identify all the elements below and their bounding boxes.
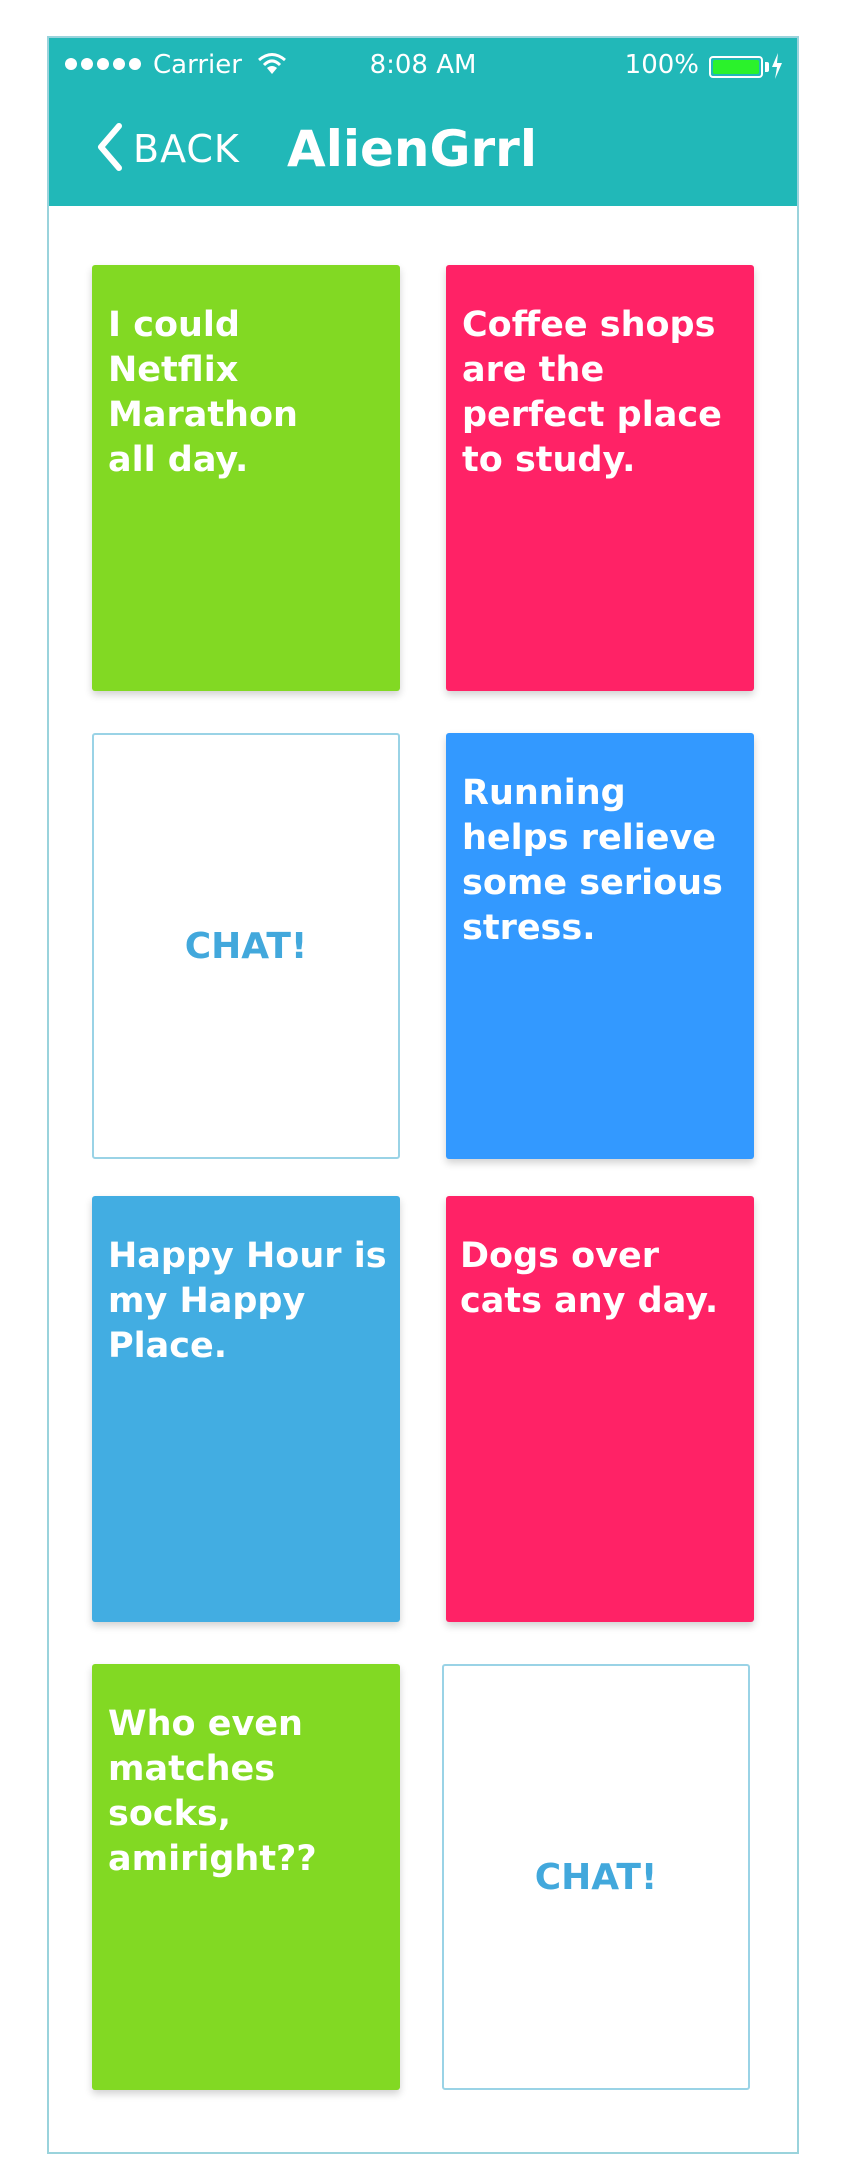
chat-button-label: CHAT! bbox=[184, 925, 308, 967]
card-text: I could Netflix Marathon all day. bbox=[108, 305, 298, 480]
nav-bar: BACK AlienGrrl bbox=[49, 112, 797, 192]
chat-card[interactable]: CHAT! bbox=[442, 1664, 750, 2090]
statement-card[interactable]: Running helps relieve some serious stres… bbox=[446, 733, 754, 1159]
card-text: Happy Hour is my Happy Place. bbox=[108, 1236, 387, 1366]
battery-percent: 100% bbox=[624, 50, 699, 80]
battery-icon bbox=[709, 56, 763, 78]
chevron-left-icon bbox=[95, 122, 125, 176]
status-bar: Carrier 8:08 AM 100% bbox=[49, 44, 797, 94]
battery-tip bbox=[765, 62, 769, 72]
statement-card[interactable]: Coffee shops are the perfect place to st… bbox=[446, 265, 754, 691]
charging-bolt-icon bbox=[771, 53, 783, 86]
chat-card[interactable]: CHAT! bbox=[92, 733, 400, 1159]
statement-card[interactable]: Happy Hour is my Happy Place. bbox=[92, 1196, 400, 1622]
statement-card[interactable]: Who even matches socks, amiright?? bbox=[92, 1664, 400, 2090]
page-title: AlienGrrl bbox=[287, 120, 537, 178]
card-text: Who even matches socks, amiright?? bbox=[108, 1704, 317, 1879]
back-label: BACK bbox=[133, 127, 240, 171]
statement-card[interactable]: I could Netflix Marathon all day. bbox=[92, 265, 400, 691]
statement-card[interactable]: Dogs over cats any day. bbox=[446, 1196, 754, 1622]
card-text: Coffee shops are the perfect place to st… bbox=[462, 305, 722, 480]
app-header: Carrier 8:08 AM 100% BACK AlienGrrl bbox=[49, 38, 797, 206]
card-text: Dogs over cats any day. bbox=[460, 1236, 719, 1321]
back-button[interactable]: BACK bbox=[95, 122, 240, 176]
card-text: Running helps relieve some serious stres… bbox=[462, 773, 723, 948]
chat-button-label: CHAT! bbox=[534, 1856, 658, 1898]
